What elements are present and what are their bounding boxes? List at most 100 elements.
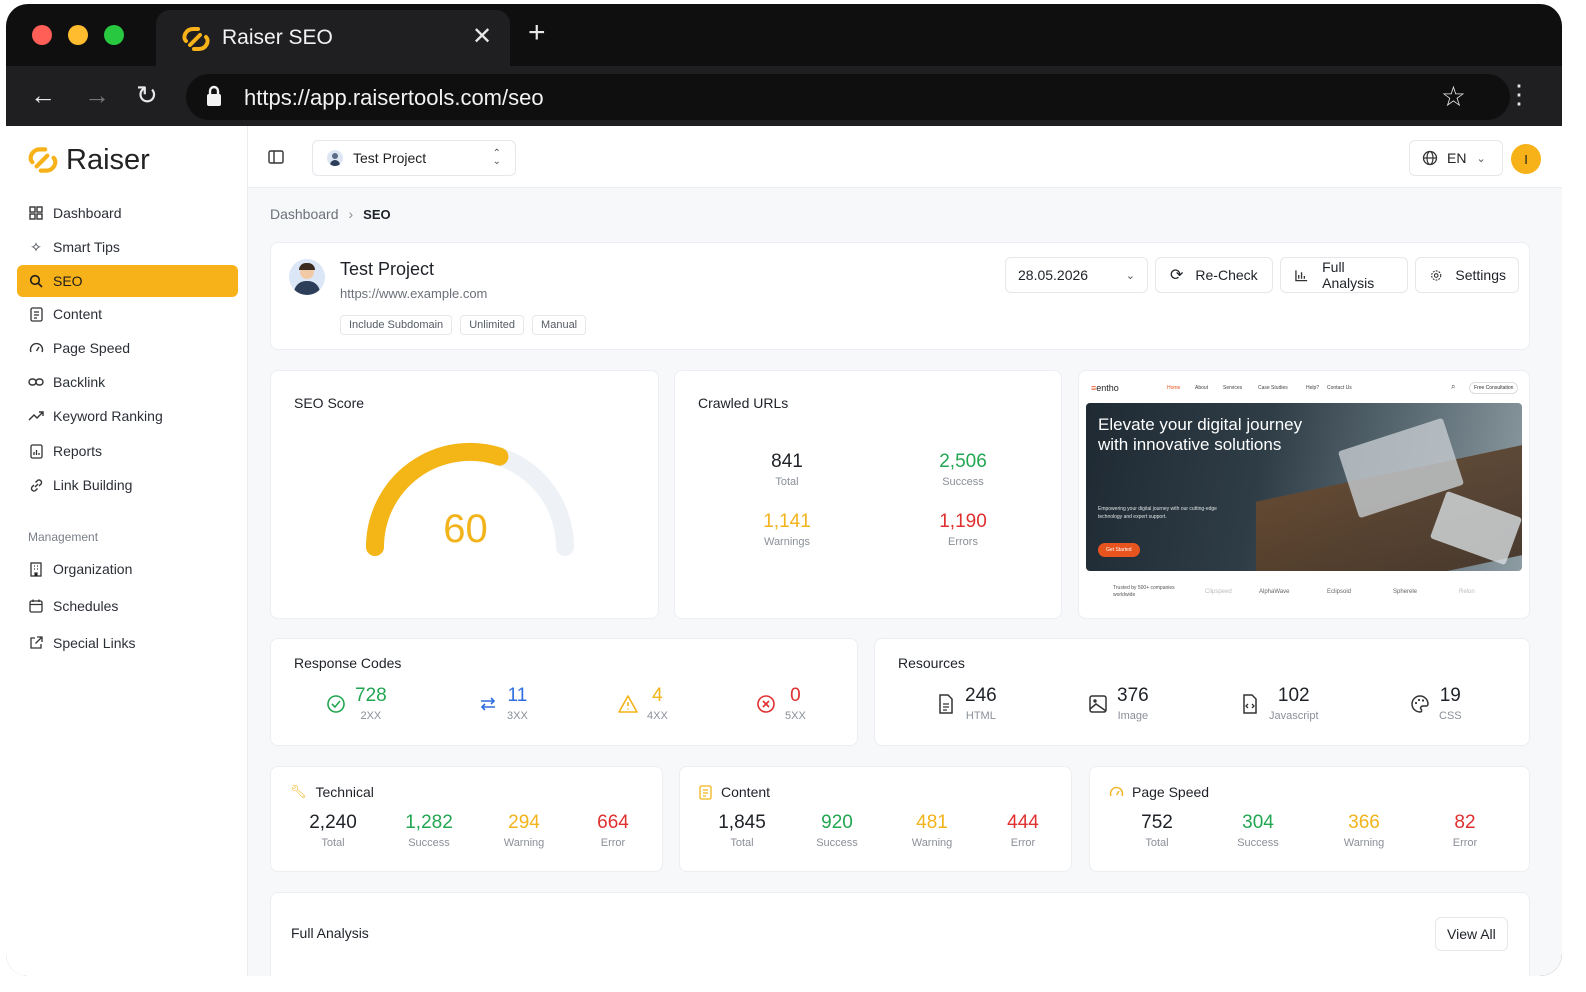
gear-icon: [1431, 269, 1442, 281]
language-selector[interactable]: EN ⌄: [1409, 140, 1503, 176]
full-analysis-label: Full Analysis: [1322, 259, 1375, 291]
technical-card: 🔧︎ Technical 2,240 Total 1,282 Success 294…: [270, 766, 663, 872]
seo-score-title: SEO Score: [294, 395, 365, 411]
document-icon: [28, 306, 44, 322]
sidebar-item-dashboard[interactable]: Dashboard: [17, 197, 238, 229]
app-root: Raiser Dashboard ✧ Smart Tips SEO Conten…: [6, 126, 1562, 976]
stat-label: Success: [408, 837, 450, 849]
content-success: 920 Success: [797, 812, 877, 849]
content-title: Content: [721, 784, 771, 800]
preview-search-icon: ⌕: [1451, 382, 1456, 391]
tab-close-icon[interactable]: ✕: [472, 22, 492, 51]
address-bar[interactable]: https://app.raisertools.com/seo ☆: [186, 74, 1510, 120]
content-header: Content: [699, 784, 770, 800]
stat-value: 304: [1242, 812, 1274, 833]
stat-label: Total: [775, 476, 799, 488]
maximize-window-dot[interactable]: [104, 25, 124, 45]
response-codes-title: Response Codes: [294, 655, 402, 671]
project-avatar-icon: [327, 150, 343, 166]
browser-toolbar: ← → ↻ https://app.raisertools.com/seo ☆ …: [6, 66, 1562, 126]
preview-logo: ≡entho: [1091, 383, 1119, 393]
project-url[interactable]: https://www.example.com: [340, 286, 487, 301]
crawled-urls-title: Crawled URLs: [698, 395, 789, 411]
sidebar-item-special-links[interactable]: Special Links: [17, 627, 238, 659]
browser-menu-icon[interactable]: ⋮: [1506, 80, 1532, 108]
stat-label: Errors: [948, 536, 978, 548]
resource-label: Image: [1117, 710, 1149, 722]
resource-html: 246 HTML: [935, 685, 997, 722]
sidebar-item-label: Keyword Ranking: [53, 408, 163, 424]
sidebar-toggle-icon[interactable]: [268, 150, 284, 164]
close-window-dot[interactable]: [32, 25, 52, 45]
tag-manual: Manual: [532, 315, 587, 335]
user-avatar[interactable]: I: [1511, 144, 1541, 174]
sidebar-item-label: Reports: [53, 443, 103, 459]
redirect-arrows-icon: [480, 697, 496, 711]
refresh-icon: ⟳: [1170, 267, 1184, 284]
response-codes-card: Response Codes 728 2XX 11 3XX 4 4XX 0 5XX: [270, 638, 858, 746]
date-selector[interactable]: 28.05.2026 ⌄: [1005, 257, 1148, 293]
image-icon: [1089, 695, 1107, 713]
app-topbar: Test Project ⌃ ⌄ EN ⌄ I: [248, 126, 1562, 188]
sidebar-item-page-speed[interactable]: Page Speed: [17, 332, 238, 364]
browser-window: Raiser SEO ✕ + ← → ↻ https://app.raisert…: [6, 4, 1562, 976]
sidebar-item-keyword-ranking[interactable]: Keyword Ranking: [17, 400, 238, 432]
view-all-button[interactable]: View All: [1435, 917, 1508, 951]
stat-label: Warnings: [763, 536, 811, 548]
brand-logo[interactable]: Raiser: [26, 140, 150, 180]
wrench-icon: 🔧︎: [290, 784, 307, 799]
preview-cta-top: Free Consultation: [1469, 382, 1519, 394]
reload-icon[interactable]: ↻: [136, 80, 158, 110]
sidebar-item-label: Backlink: [53, 374, 106, 390]
tab-title: Raiser SEO: [222, 26, 333, 49]
back-icon[interactable]: ←: [30, 80, 56, 110]
website-preview-card[interactable]: ≡entho Home About Services Case Studies …: [1078, 370, 1530, 619]
stat-value: 1,190: [939, 511, 987, 532]
preview-logo-relon: Relon: [1459, 589, 1475, 595]
sidebar-item-link-building[interactable]: Link Building: [17, 469, 238, 501]
page-speed-title: Page Speed: [1132, 784, 1210, 800]
response-3xx: 11 3XX: [477, 685, 528, 722]
stat-value: 2,506: [939, 451, 987, 472]
full-analysis-button[interactable]: Full Analysis: [1280, 257, 1408, 293]
new-tab-icon[interactable]: +: [528, 18, 546, 48]
trend-icon: [28, 408, 44, 424]
chevron-down-icon: ⌄: [1125, 269, 1135, 282]
sidebar-item-reports[interactable]: Reports: [17, 435, 238, 467]
response-label: 3XX: [507, 710, 528, 722]
breadcrumb-current: SEO: [363, 206, 391, 222]
minimize-window-dot[interactable]: [68, 25, 88, 45]
sidebar-item-seo[interactable]: SEO: [17, 265, 238, 297]
bookmark-star-icon[interactable]: ☆: [1441, 80, 1466, 113]
check-circle-icon: [327, 695, 345, 713]
resource-image: 376 Image: [1087, 685, 1149, 722]
search-icon: [28, 273, 44, 289]
stat-label: Error: [1452, 837, 1478, 849]
preview-nav-help: Help?: [1306, 385, 1320, 391]
forward-icon[interactable]: →: [84, 80, 110, 110]
stat-value: 1,141: [763, 511, 811, 532]
sidebar-item-content[interactable]: Content: [17, 298, 238, 330]
code-file-icon: [1243, 694, 1257, 714]
page-speed-success: 304 Success: [1218, 812, 1298, 849]
content-error: 444 Error: [983, 812, 1063, 849]
breadcrumb: Dashboard › SEO: [270, 206, 391, 222]
tag-include-subdomain: Include Subdomain: [340, 315, 453, 335]
chain-icon: [28, 477, 44, 493]
sidebar-item-organization[interactable]: Organization: [17, 553, 238, 585]
breadcrumb-dashboard-link[interactable]: Dashboard: [270, 206, 339, 222]
language-label: EN: [1447, 150, 1467, 166]
sidebar-item-schedules[interactable]: Schedules: [17, 590, 238, 622]
technical-error: 664 Error: [573, 812, 653, 849]
browser-tab[interactable]: Raiser SEO ✕: [156, 10, 510, 66]
settings-label: Settings: [1455, 267, 1506, 283]
stat-value: 841: [771, 451, 803, 472]
settings-button[interactable]: Settings: [1415, 257, 1519, 293]
sidebar-item-smart-tips[interactable]: ✧ Smart Tips: [17, 231, 238, 263]
link-icon: [28, 374, 44, 390]
sidebar-item-backlink[interactable]: Backlink: [17, 366, 238, 398]
project-selector[interactable]: Test Project ⌃ ⌄: [312, 140, 516, 176]
seo-score-value: 60: [443, 507, 488, 551]
resource-value: 19: [1439, 685, 1461, 706]
recheck-button[interactable]: ⟳ Re-Check: [1155, 257, 1273, 293]
